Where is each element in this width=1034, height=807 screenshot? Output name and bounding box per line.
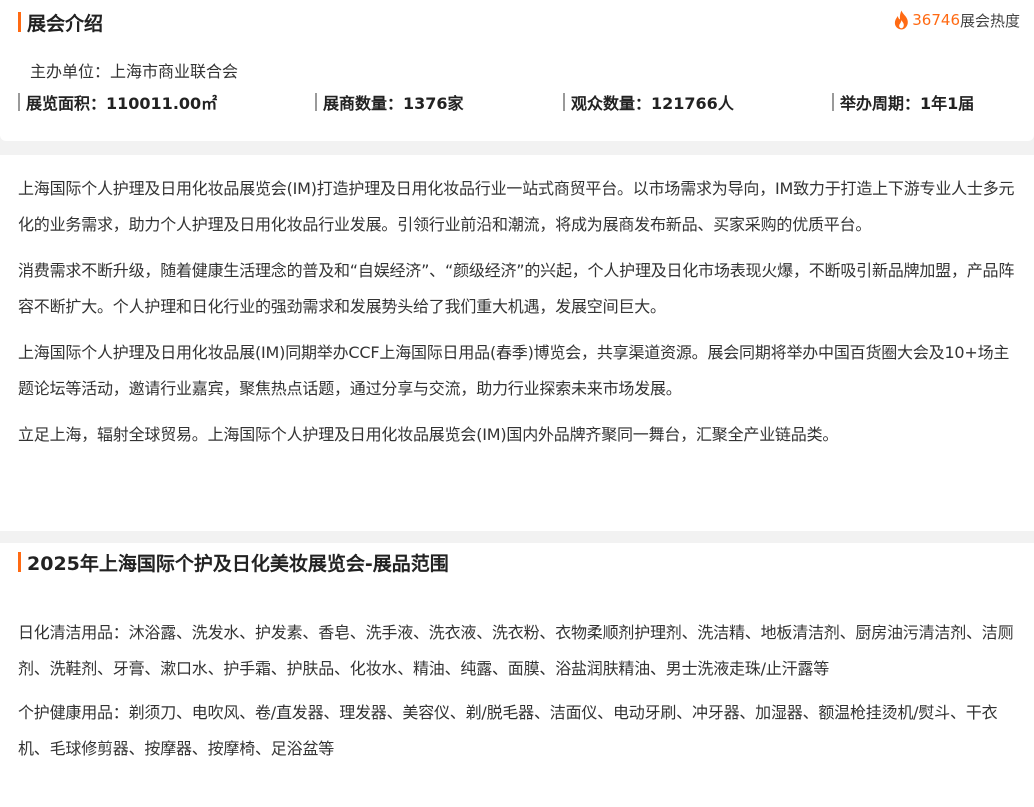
description-paragraph: 上海国际个人护理及日用化妆品展览会(IM)打造护理及日用化妆品行业一站式商贸平台… (18, 179, 1015, 234)
stat-value: 110011.00㎡ (106, 94, 218, 113)
stat-separator (315, 93, 317, 111)
stat-label: 展商数量： (323, 94, 404, 113)
range-section-title: 2025年上海国际个护及日化美妆展览会-展品范围 (18, 548, 449, 576)
exhibition-heat: 36746 展会热度 (893, 8, 1020, 32)
exhibit-range-list: 日化清洁用品：沐浴露、洗发水、护发素、香皂、洗手液、洗衣液、洗衣粉、衣物柔顺剂护… (18, 615, 1022, 775)
stat-area: 展览面积： 110011.00㎡ (18, 90, 217, 114)
intro-title-text: 展会介绍 (27, 12, 104, 35)
stat-label: 展览面积： (26, 94, 107, 113)
heat-value: 36746 (912, 11, 960, 29)
stat-cycle: 举办周期： 1年1届 (832, 90, 974, 114)
description-paragraph: 消费需求不断升级，随着健康生活理念的普及和“自娱经济”、“颜级经济”的兴起，个人… (18, 261, 1015, 316)
stat-visitors: 观众数量： 121766人 (563, 90, 734, 114)
range-item-daily-cleaning: 日化清洁用品：沐浴露、洗发水、护发素、香皂、洗手液、洗衣液、洗衣粉、衣物柔顺剂护… (18, 623, 1014, 678)
stat-separator (18, 93, 20, 111)
stat-value: 1376家 (403, 94, 464, 113)
stat-separator (832, 93, 834, 111)
description-paragraph: 上海国际个人护理及日用化妆品展(IM)同期举办CCF上海国际日用品(春季)博览会… (18, 343, 1010, 398)
stat-separator (563, 93, 565, 111)
stat-exhibitors: 展商数量： 1376家 (315, 90, 464, 114)
organizer: 主办单位：上海市商业联合会 (30, 62, 239, 81)
description-paragraph: 立足上海，辐射全球贸易。上海国际个人护理及日用化妆品展览会(IM)国内外品牌齐聚… (18, 425, 839, 444)
title-accent-bar (18, 12, 21, 32)
exhibition-intro-card: 展会介绍 36746 展会热度 主办单位：上海市商业联合会 展览面积： 1100… (0, 0, 1034, 141)
fire-icon (895, 10, 909, 30)
range-item-personal-care: 个护健康用品：剃须刀、电吹风、卷/直发器、理发器、美容仪、剃/脱毛器、洁面仪、电… (18, 703, 998, 758)
range-title-text: 2025年上海国际个护及日化美妆展览会-展品范围 (27, 552, 449, 575)
stat-value: 1年1届 (920, 94, 975, 113)
intro-section-title: 展会介绍 (18, 8, 103, 36)
exhibition-stats: 展览面积： 110011.00㎡ 展商数量： 1376家 观众数量： 12176… (0, 90, 1034, 114)
stat-label: 观众数量： (571, 94, 652, 113)
title-accent-bar (18, 552, 21, 572)
exhibition-description-card: 上海国际个人护理及日用化妆品展览会(IM)打造护理及日用化妆品行业一站式商贸平台… (0, 155, 1034, 531)
stat-label: 举办周期： (840, 94, 921, 113)
stat-value: 121766人 (651, 94, 734, 113)
heat-label: 展会热度 (959, 11, 1020, 30)
